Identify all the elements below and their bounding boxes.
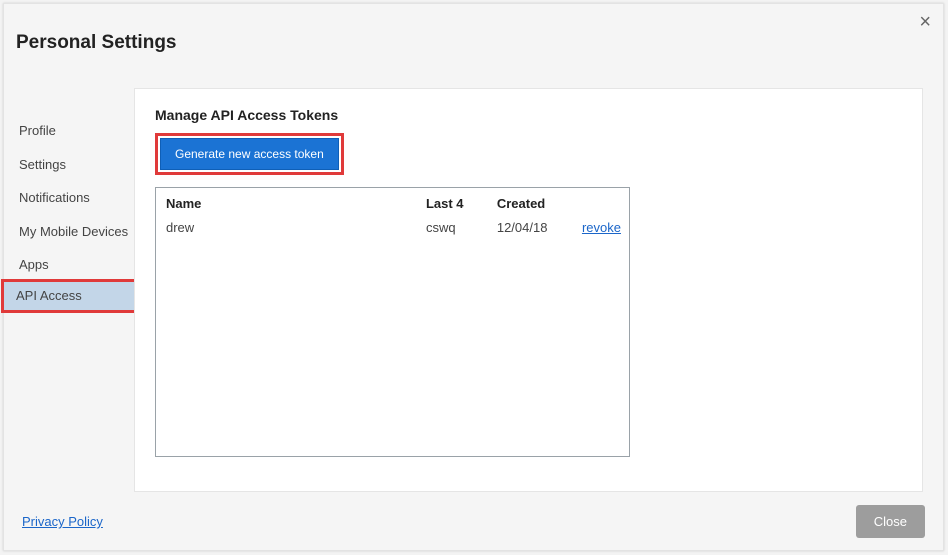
token-last4: cswq (416, 217, 487, 241)
sidebar-item-my-mobile-devices[interactable]: My Mobile Devices (4, 215, 134, 249)
content-wrap: Profile Settings Notifications My Mobile… (4, 54, 943, 492)
close-button[interactable]: Close (856, 505, 925, 538)
page-title: Personal Settings (4, 4, 943, 54)
sidebar: Profile Settings Notifications My Mobile… (4, 54, 134, 310)
revoke-link[interactable]: revoke (582, 220, 621, 235)
col-header-action (572, 188, 629, 217)
generate-token-button[interactable]: Generate new access token (160, 138, 339, 170)
privacy-policy-link[interactable]: Privacy Policy (22, 514, 103, 529)
token-table-container: Name Last 4 Created drew cswq 12/04/18 r… (155, 187, 630, 457)
generate-token-highlight: Generate new access token (155, 133, 344, 175)
sidebar-item-profile[interactable]: Profile (4, 114, 134, 148)
personal-settings-modal: × Personal Settings Profile Settings Not… (3, 3, 944, 551)
sidebar-item-api-access[interactable]: API Access (1, 279, 137, 313)
sidebar-item-settings[interactable]: Settings (4, 148, 134, 182)
sidebar-item-notifications[interactable]: Notifications (4, 181, 134, 215)
table-row: drew cswq 12/04/18 revoke (156, 217, 629, 241)
col-header-name: Name (156, 188, 416, 217)
token-table: Name Last 4 Created drew cswq 12/04/18 r… (156, 188, 629, 241)
panel-title: Manage API Access Tokens (155, 107, 902, 123)
main-panel: Manage API Access Tokens Generate new ac… (134, 88, 923, 492)
token-created: 12/04/18 (487, 217, 572, 241)
close-icon[interactable]: × (919, 12, 931, 32)
modal-footer: Privacy Policy Close (4, 505, 943, 538)
col-header-created: Created (487, 188, 572, 217)
col-header-last4: Last 4 (416, 188, 487, 217)
token-name: drew (156, 217, 416, 241)
sidebar-item-apps[interactable]: Apps (4, 248, 134, 282)
